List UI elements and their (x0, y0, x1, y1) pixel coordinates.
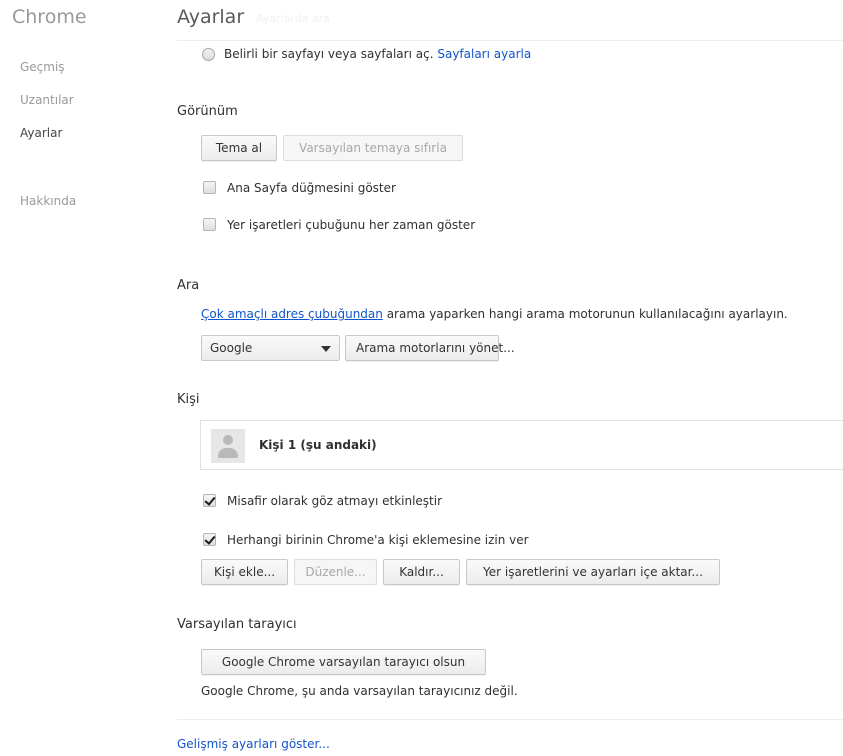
search-description: Çok amaçlı adres çubuğundan arama yapark… (201, 307, 788, 321)
search-description-text: arama yaparken hangi arama motorunun kul… (382, 307, 788, 321)
manage-search-engines-button[interactable]: Arama motorlarını yönet... (345, 335, 515, 361)
default-browser-status: Google Chrome, şu anda varsayılan tarayı… (201, 684, 518, 698)
person-icon-head (223, 435, 233, 445)
startup-radio[interactable] (202, 48, 215, 61)
show-home-checkbox[interactable] (203, 181, 216, 194)
footer-divider (177, 719, 843, 720)
search-engine-select[interactable]: Google (201, 335, 340, 361)
allow-add-person-label: Herhangi birinin Chrome'a kişi eklemesin… (227, 533, 529, 547)
import-bookmarks-button[interactable]: Yer işaretlerini ve ayarları içe aktar..… (466, 559, 720, 585)
header-divider (177, 40, 843, 41)
startup-option: Belirli bir sayfayı veya sayfaları aç. S… (224, 47, 531, 61)
add-person-button[interactable]: Kişi ekle... (201, 559, 288, 585)
sidebar-item-about[interactable]: Hakkında (20, 194, 76, 208)
page-title: Ayarlar (177, 6, 245, 28)
appearance-section-title: Görünüm (177, 104, 238, 119)
startup-radio-label: Belirli bir sayfayı veya sayfaları aç. (224, 47, 434, 61)
avatar (211, 429, 245, 463)
show-bookmarks-label: Yer işaretleri çubuğunu her zaman göster (227, 218, 476, 232)
edit-person-button[interactable]: Düzenle... (294, 559, 377, 585)
remove-person-button[interactable]: Kaldır... (383, 559, 460, 585)
show-advanced-settings-link[interactable]: Gelişmiş ayarları göster... (177, 737, 330, 751)
get-theme-button[interactable]: Tema al (201, 135, 277, 161)
brand-title: Chrome (12, 6, 87, 28)
show-bookmarks-checkbox[interactable] (203, 218, 216, 231)
people-section-title: Kişi (177, 392, 200, 407)
guest-browsing-checkbox[interactable] (203, 494, 216, 507)
sidebar-item-extensions[interactable]: Uzantılar (20, 93, 74, 107)
set-pages-link[interactable]: Sayfaları ayarla (437, 47, 531, 61)
search-engine-value: Google (210, 341, 253, 355)
sidebar-item-settings[interactable]: Ayarlar (20, 126, 62, 140)
omnibox-link[interactable]: Çok amaçlı adres çubuğundan (201, 307, 383, 321)
allow-add-person-checkbox[interactable] (203, 533, 216, 546)
reset-theme-button[interactable]: Varsayılan temaya sıfırla (283, 135, 463, 161)
make-default-browser-button[interactable]: Google Chrome varsayılan tarayıcı olsun (201, 649, 486, 675)
guest-browsing-label: Misafir olarak göz atmayı etkinleştir (227, 494, 443, 508)
show-home-label: Ana Sayfa düğmesini göster (227, 181, 396, 195)
person-icon-body (218, 448, 238, 458)
profile-list[interactable]: Kişi 1 (şu andaki) (200, 420, 843, 470)
profile-name: Kişi 1 (şu andaki) (259, 438, 377, 452)
sidebar-item-history[interactable]: Geçmiş (20, 60, 65, 74)
search-input[interactable]: Ayarlarda ara (256, 12, 330, 25)
search-section-title: Ara (177, 278, 200, 293)
chevron-down-icon (321, 346, 331, 352)
default-browser-section-title: Varsayılan tarayıcı (177, 617, 297, 632)
